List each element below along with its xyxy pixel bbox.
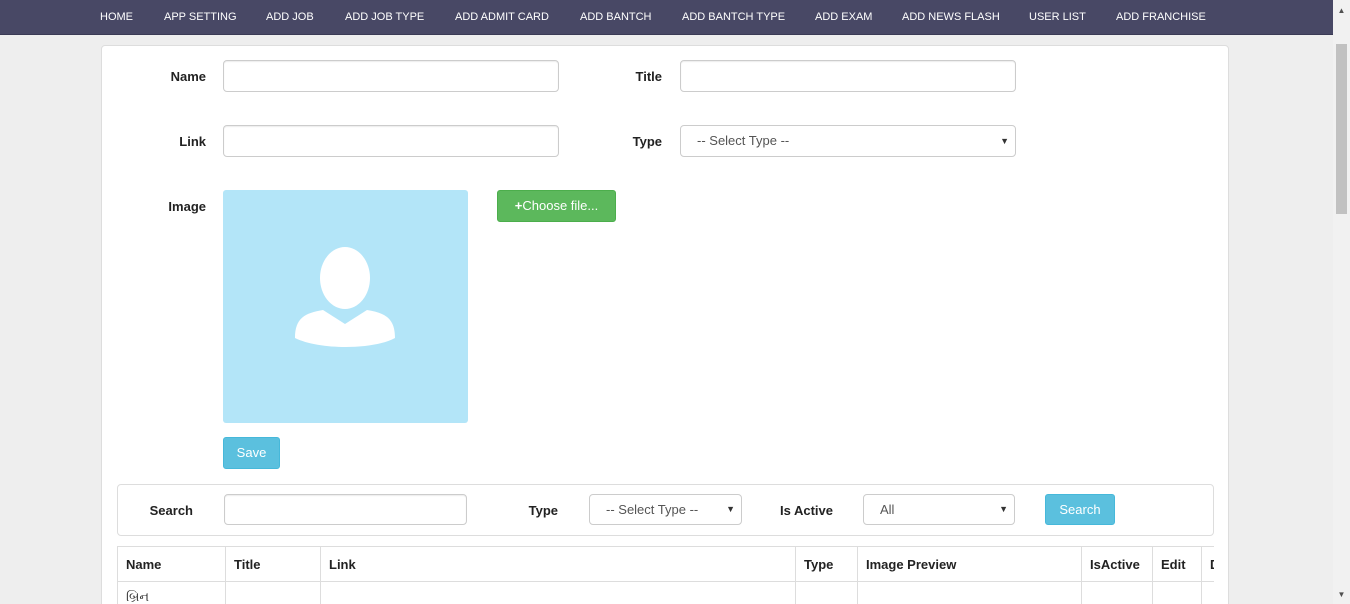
col-header-edit[interactable]: Edit bbox=[1152, 546, 1202, 582]
cell-link bbox=[320, 581, 796, 604]
nav-add-admit-card[interactable]: ADD ADMIT CARD bbox=[455, 0, 549, 35]
is-active-label: Is Active bbox=[780, 503, 833, 518]
nav-add-job-type[interactable]: ADD JOB TYPE bbox=[345, 0, 424, 35]
link-label: Link bbox=[179, 134, 206, 149]
save-button[interactable]: Save bbox=[223, 437, 280, 469]
image-label: Image bbox=[168, 199, 206, 214]
chevron-down-icon: ▼ bbox=[726, 504, 735, 514]
name-label: Name bbox=[170, 69, 206, 84]
link-input[interactable] bbox=[223, 125, 559, 157]
type-label: Type bbox=[632, 134, 662, 149]
title-label: Title bbox=[635, 69, 663, 84]
title-input[interactable] bbox=[680, 60, 1016, 92]
cell-title bbox=[225, 581, 321, 604]
cell-name: બ્રિન bbox=[117, 581, 226, 604]
cell-image-preview bbox=[857, 581, 1082, 604]
nav-home[interactable]: HOME bbox=[100, 0, 133, 35]
cell-type bbox=[795, 581, 858, 604]
search-label: Search bbox=[149, 503, 193, 518]
is-active-select-value: All bbox=[880, 502, 895, 517]
type-select[interactable]: -- Select Type -- ▼ bbox=[680, 125, 1016, 157]
col-header-name[interactable]: Name bbox=[117, 546, 226, 582]
col-header-title[interactable]: Title bbox=[225, 546, 321, 582]
nav-app-setting[interactable]: APP SETTING bbox=[164, 0, 237, 35]
search-button[interactable]: Search bbox=[1045, 494, 1115, 525]
chevron-down-icon: ▼ bbox=[1000, 136, 1009, 146]
table-header-row: Name Title Link Type Image Preview IsAct… bbox=[117, 546, 1214, 582]
scroll-up-arrow-icon[interactable]: ▲ bbox=[1333, 2, 1350, 19]
col-header-link[interactable]: Link bbox=[320, 546, 796, 582]
nav-add-bantch[interactable]: ADD BANTCH bbox=[580, 0, 652, 35]
type-select-value: -- Select Type -- bbox=[697, 133, 790, 148]
top-navbar: HOME APP SETTING ADD JOB ADD JOB TYPE AD… bbox=[0, 0, 1333, 35]
nav-add-news-flash[interactable]: ADD NEWS FLASH bbox=[902, 0, 1000, 35]
cell-delete[interactable] bbox=[1201, 581, 1214, 604]
chevron-down-icon: ▼ bbox=[999, 504, 1008, 514]
choose-file-label: Choose file... bbox=[522, 198, 599, 213]
user-avatar-icon bbox=[295, 247, 395, 347]
col-header-delete[interactable]: Delete bbox=[1201, 546, 1214, 582]
choose-file-button[interactable]: +Choose file... bbox=[497, 190, 616, 222]
image-preview bbox=[223, 190, 468, 423]
nav-add-franchise[interactable]: ADD FRANCHISE bbox=[1116, 0, 1206, 35]
scroll-thumb[interactable] bbox=[1336, 44, 1347, 214]
cell-isactive bbox=[1081, 581, 1153, 604]
filter-type-label: Type bbox=[528, 503, 558, 518]
col-header-image-preview[interactable]: Image Preview bbox=[857, 546, 1082, 582]
col-header-isactive[interactable]: IsActive bbox=[1081, 546, 1153, 582]
nav-add-job[interactable]: ADD JOB bbox=[266, 0, 314, 35]
page-scrollbar[interactable]: ▲ ▼ bbox=[1333, 0, 1350, 604]
search-input[interactable] bbox=[224, 494, 467, 525]
results-table: Name Title Link Type Image Preview IsAct… bbox=[117, 546, 1214, 604]
table-row: બ્રિન bbox=[117, 581, 1214, 604]
is-active-select[interactable]: All ▼ bbox=[863, 494, 1015, 525]
name-input[interactable] bbox=[223, 60, 559, 92]
nav-user-list[interactable]: USER LIST bbox=[1029, 0, 1086, 35]
nav-add-exam[interactable]: ADD EXAM bbox=[815, 0, 872, 35]
col-header-type[interactable]: Type bbox=[795, 546, 858, 582]
scroll-down-arrow-icon[interactable]: ▼ bbox=[1333, 586, 1350, 603]
cell-edit[interactable] bbox=[1152, 581, 1202, 604]
filter-type-select-value: -- Select Type -- bbox=[606, 502, 699, 517]
filter-type-select[interactable]: -- Select Type -- ▼ bbox=[589, 494, 742, 525]
nav-add-bantch-type[interactable]: ADD BANTCH TYPE bbox=[682, 0, 785, 35]
